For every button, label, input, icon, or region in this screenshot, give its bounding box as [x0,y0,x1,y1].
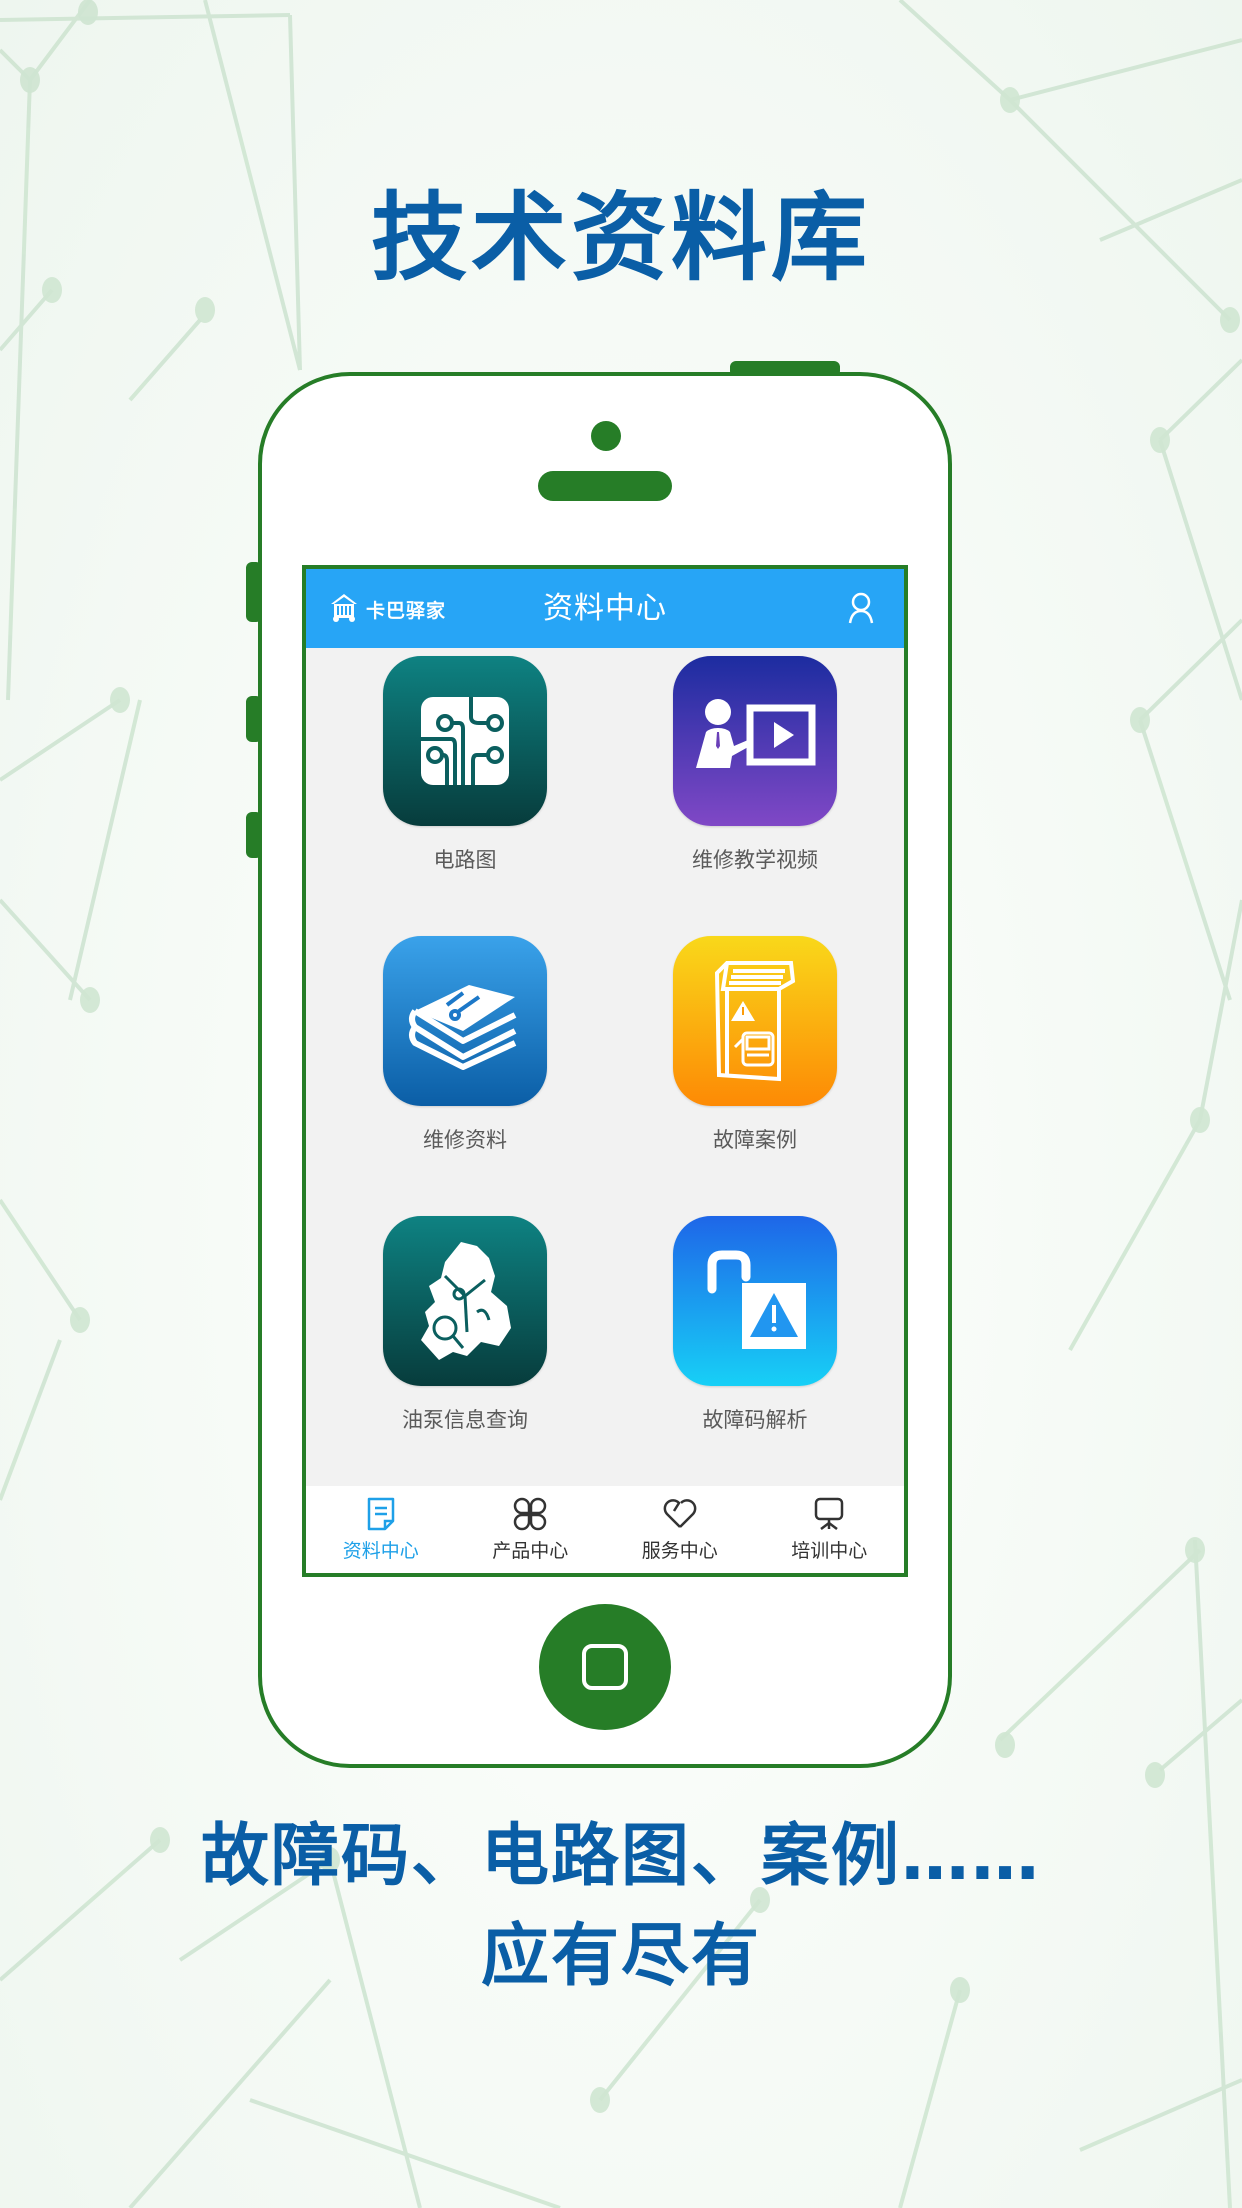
video-teaching-icon [696,699,816,768]
circuit-board-icon [421,697,509,785]
tile-label: 油泵信息查询 [402,1408,528,1432]
presentation-board-icon [815,1497,844,1530]
user-icon [848,592,874,624]
tab-data-center[interactable]: 资料中心 [306,1486,456,1573]
phone-home-button[interactable] [539,1604,671,1730]
unlock-warning-icon [707,1250,806,1349]
heart-icon [663,1499,697,1528]
tile-repair-materials[interactable]: 维修资料 [365,936,565,1154]
page-title: 资料中心 [543,591,667,626]
headline-subtitle-line2: 应有尽有 [480,1917,761,1996]
home-square-icon [582,1644,628,1690]
tile-label: 电路图 [433,848,497,872]
tab-label: 培训中心 [791,1540,868,1562]
bottom-tab-bar: 资料中心 产品中心 服务中心 培训中心 [306,1486,904,1573]
tile-label: 故障码解析 [702,1408,808,1432]
tab-label: 服务中心 [641,1540,718,1562]
tile-circuit-diagram[interactable]: 电路图 [365,656,565,874]
feature-grid: 电路图 维修教学视频 维修资料 故障案例 油泵信息查询 故障码解析 [306,648,904,1513]
tile-fault-cases[interactable]: 故障案例 [655,936,855,1154]
phone-camera [591,421,621,451]
app-header: 卡巴驿家 资料中心 [306,569,904,648]
tab-label: 产品中心 [492,1540,569,1562]
repair-books-icon [409,985,517,1070]
tile-label: 维修资料 [423,1128,507,1152]
fault-case-book-icon [714,961,796,1082]
grid-icon [514,1497,547,1531]
tile-label: 故障案例 [713,1128,797,1152]
app-screen: 卡巴驿家 资料中心 电路图 维修教学视频 维修资料 故障案例 油泵信息查询 故障… [302,565,908,1577]
tile-fault-code-analysis[interactable]: 故障码解析 [655,1216,855,1434]
document-icon [367,1497,394,1531]
tab-product-center[interactable]: 产品中心 [456,1486,606,1573]
tab-label: 资料中心 [342,1540,419,1562]
user-profile-button[interactable] [846,591,876,629]
tab-service-center[interactable]: 服务中心 [605,1486,755,1573]
tile-repair-videos[interactable]: 维修教学视频 [655,656,855,874]
tile-label: 维修教学视频 [692,848,818,872]
headline-title: 技术资料库 [371,182,871,294]
tab-training-center[interactable]: 培训中心 [755,1486,905,1573]
headline-subtitle-line1: 故障码、电路图、案例…… [200,1817,1041,1896]
tile-oil-pump-query[interactable]: 油泵信息查询 [365,1216,565,1434]
phone-speaker [538,471,672,501]
oil-pump-search-icon [421,1242,511,1360]
